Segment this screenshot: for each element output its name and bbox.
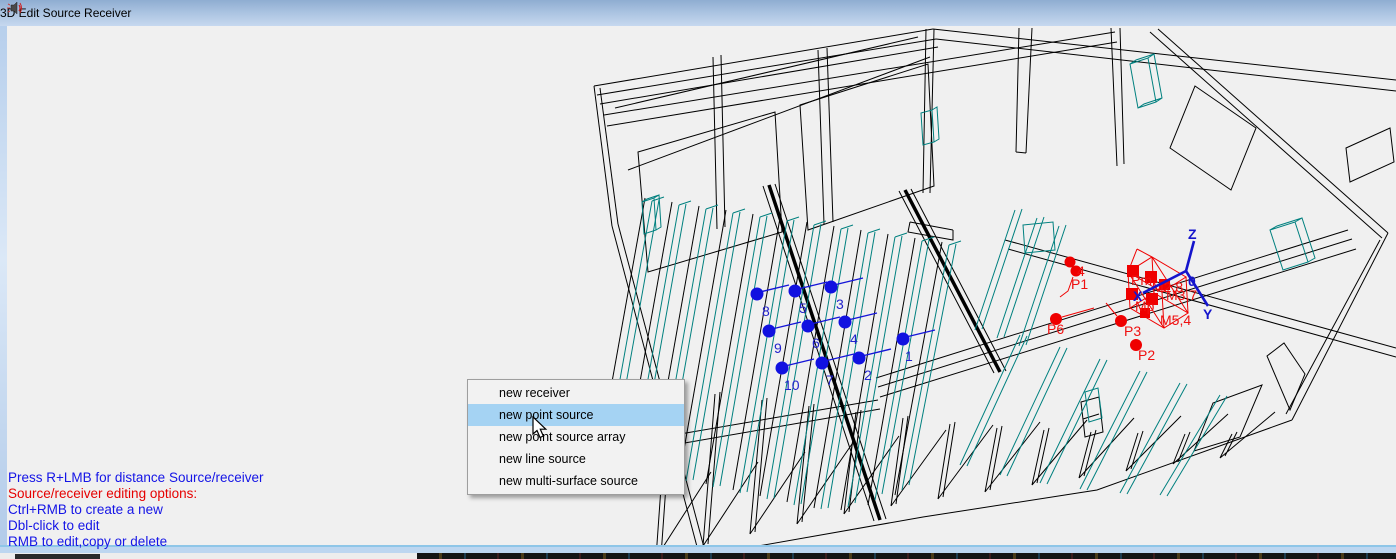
menu-item-new-point-source[interactable]: new point source bbox=[468, 404, 684, 426]
context-menu: new receiver new point source new point … bbox=[467, 379, 685, 495]
cluster-source-label: M5,4 bbox=[1160, 312, 1191, 328]
instruction-line: Ctrl+RMB to create a new bbox=[8, 502, 163, 517]
receiver-label: 2 bbox=[864, 367, 872, 383]
receiver-8[interactable]: 8 bbox=[750, 284, 790, 319]
source-4-p1[interactable]: 4 P1 bbox=[1059, 256, 1088, 298]
title-bar[interactable]: 3D Edit Source Receiver bbox=[0, 0, 1396, 26]
speaker-icon bbox=[7, 1, 22, 15]
cluster-source-label: M3,7 bbox=[1166, 287, 1197, 303]
source-label: P3 bbox=[1124, 323, 1141, 339]
receiver-2[interactable]: 2 bbox=[852, 348, 892, 383]
source-label: P6 bbox=[1047, 321, 1064, 337]
axis-origin-label: 0 bbox=[1188, 273, 1196, 289]
app-window: 3D Edit Source Receiver 1 2 3 4 5 6 7 8 … bbox=[0, 0, 1396, 559]
source-label: P1 bbox=[1071, 276, 1088, 292]
room-wireframe bbox=[574, 27, 1396, 545]
receiver-label: 9 bbox=[774, 340, 782, 356]
teal-box-left bbox=[641, 194, 662, 235]
axis-z-label: Z bbox=[1188, 226, 1197, 242]
receiver-label: 3 bbox=[836, 296, 844, 312]
menu-item-new-receiver[interactable]: new receiver bbox=[468, 382, 684, 404]
receiver-label: 7 bbox=[826, 372, 834, 388]
teal-box-top-right bbox=[1129, 53, 1163, 109]
receiver-label: 8 bbox=[762, 303, 770, 319]
receiver-label: 4 bbox=[850, 331, 858, 347]
instruction-panel: Press R+LMB for distance Source/receiver… bbox=[8, 470, 263, 550]
axis-y-label: Y bbox=[1203, 306, 1213, 322]
source-label: P2 bbox=[1138, 347, 1155, 363]
cluster-source-label: Pm bbox=[1131, 272, 1152, 288]
receiver-label: 5 bbox=[799, 300, 807, 316]
receiver-label: 6 bbox=[812, 335, 820, 351]
instruction-line: RMB to edit,copy or delete bbox=[8, 534, 168, 549]
seating-rows-teal bbox=[604, 196, 1228, 510]
mouse-cursor-icon bbox=[532, 416, 548, 439]
receiver-label: 1 bbox=[905, 348, 913, 364]
background-window-strip bbox=[0, 553, 1396, 559]
menu-item-new-point-source-array[interactable]: new point source array bbox=[468, 426, 684, 448]
background-window-fragment bbox=[15, 554, 100, 559]
instruction-line: Press R+LMB for distance Source/receiver bbox=[8, 470, 264, 485]
source-p2[interactable]: P2 bbox=[1130, 339, 1155, 363]
instruction-line: Dbl-click to edit bbox=[8, 518, 100, 533]
receiver-9[interactable]: 9 bbox=[762, 321, 802, 356]
3d-viewport[interactable]: 1 2 3 4 5 6 7 8 9 10 4 P1 P6 P3 P2 Pm M2… bbox=[7, 26, 1396, 545]
receiver-label: 10 bbox=[784, 377, 800, 393]
background-window-dark bbox=[417, 553, 1396, 559]
axis-x-label: X bbox=[1133, 288, 1143, 304]
menu-item-new-multi-surface-source[interactable]: new multi-surface source bbox=[468, 470, 684, 492]
instruction-line: Source/receiver editing options: bbox=[8, 486, 198, 501]
menu-item-new-line-source[interactable]: new line source bbox=[468, 448, 684, 470]
window-border-left bbox=[0, 26, 7, 545]
seating-steps bbox=[656, 385, 1276, 545]
